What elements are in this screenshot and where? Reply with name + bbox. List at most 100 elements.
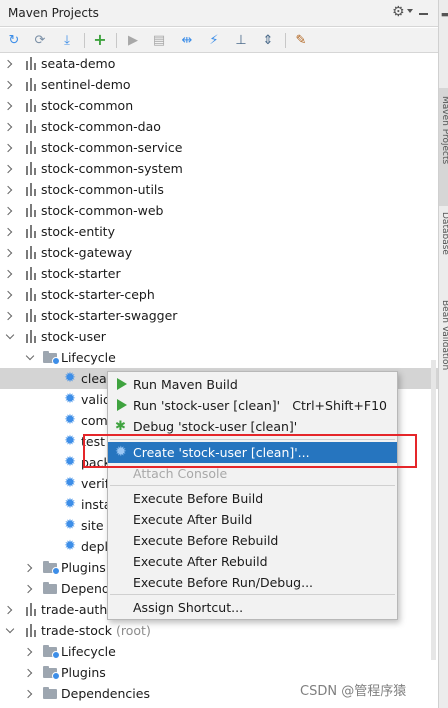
execute-goal-icon[interactable]: ▤ — [150, 31, 168, 49]
chevron-right-icon[interactable] — [24, 688, 35, 699]
menu-item-assign-shortcut[interactable]: Assign Shortcut... — [108, 597, 397, 618]
tree-item-label: stock-common-service — [41, 140, 183, 155]
chevron-right-icon[interactable] — [24, 583, 35, 594]
root-suffix: (root) — [116, 623, 151, 638]
settings-icon[interactable]: ✎ — [292, 31, 310, 49]
side-tab-database-label[interactable]: Database — [440, 212, 448, 255]
tree-item-stock-starter-swagger[interactable]: stock-starter-swagger — [0, 305, 438, 326]
chevron-down-icon[interactable] — [407, 9, 413, 13]
chevron-right-icon[interactable] — [24, 667, 35, 678]
run-icon — [115, 399, 128, 412]
menu-item-create-config[interactable]: ✹ Create 'stock-user [clean]'... — [108, 442, 397, 463]
chevron-right-icon[interactable] — [4, 247, 15, 258]
tree-item-stock-user[interactable]: stock-user — [0, 326, 438, 347]
tree-item-stock-entity[interactable]: stock-entity — [0, 221, 438, 242]
run-icon[interactable]: ▶ — [124, 31, 142, 49]
chevron-right-icon[interactable] — [4, 604, 15, 615]
tree-item-label: stock-user — [41, 329, 106, 344]
chevron-down-icon[interactable] — [24, 352, 35, 363]
tree-item-stock-common-utils[interactable]: stock-common-utils — [0, 179, 438, 200]
menu-item-execute-before-build[interactable]: Execute Before Build — [108, 488, 397, 509]
tree-item-sentinel-demo[interactable]: sentinel-demo — [0, 74, 438, 95]
collapse-all-icon[interactable]: ⇕ — [259, 31, 277, 49]
chevron-right-icon[interactable] — [24, 646, 35, 657]
tree-item-stock-gateway[interactable]: stock-gateway — [0, 242, 438, 263]
menu-item-execute-before-rebuild[interactable]: Execute Before Rebuild — [108, 530, 397, 551]
show-dependencies-icon[interactable]: ⊥ — [232, 31, 250, 49]
tree-item-stock-common-web[interactable]: stock-common-web — [0, 200, 438, 221]
tree-item-stock-starter[interactable]: stock-starter — [0, 263, 438, 284]
chevron-down-icon[interactable] — [4, 331, 15, 342]
toolbar-separator — [84, 33, 85, 48]
tree-item-name: trade-stock — [41, 623, 113, 638]
chevron-right-icon[interactable] — [4, 289, 15, 300]
tree-item-label: stock-starter-swagger — [41, 308, 178, 323]
tree-item-lifecycle[interactable]: Lifecycle — [0, 347, 438, 368]
chevron-right-icon[interactable] — [4, 100, 15, 111]
menu-item-execute-after-rebuild[interactable]: Execute After Rebuild — [108, 551, 397, 572]
chevron-right-icon[interactable] — [4, 226, 15, 237]
add-icon[interactable]: + — [91, 31, 109, 49]
tree-item-trade-stock[interactable]: trade-stock (root) — [0, 620, 438, 641]
download-icon[interactable]: ⤓ — [58, 31, 76, 49]
chevron-right-icon[interactable] — [4, 142, 15, 153]
maven-module-icon — [25, 120, 38, 133]
tree-item-label: Plugins — [61, 665, 106, 680]
tree-item-lifecycle[interactable]: Lifecycle — [0, 641, 438, 662]
chevron-right-icon[interactable] — [4, 268, 15, 279]
maven-toolbar: ↻ ⟳ ⤓ + ▶ ▤ ⇹ ⚡ ⊥ ⇕ ✎ — [0, 28, 438, 53]
maven-module-icon — [25, 78, 38, 91]
refresh-icon[interactable]: ↻ — [5, 31, 23, 49]
tree-item-stock-common-service[interactable]: stock-common-service — [0, 137, 438, 158]
menu-separator — [110, 439, 395, 440]
tree-item-stock-common-system[interactable]: stock-common-system — [0, 158, 438, 179]
menu-item-execute-before-run-debug[interactable]: Execute Before Run/Debug... — [108, 572, 397, 593]
vertical-scrollbar[interactable] — [431, 360, 436, 660]
menu-item-label: Execute After Rebuild — [133, 554, 268, 569]
dependencies-folder-icon — [43, 582, 58, 595]
debug-icon: ✱ — [115, 419, 126, 434]
maven-module-icon — [25, 309, 38, 322]
menu-item-run-config[interactable]: Run 'stock-user [clean]' Ctrl+Shift+F10 — [108, 395, 397, 416]
tree-item-stock-common[interactable]: stock-common — [0, 95, 438, 116]
gear-icon[interactable]: ⚙ — [392, 4, 405, 20]
chevron-right-icon[interactable] — [4, 184, 15, 195]
chevron-right-icon[interactable] — [4, 79, 15, 90]
side-tab-maven-projects-label[interactable]: Maven Projects — [440, 96, 448, 164]
tree-item-label: stock-common-system — [41, 161, 183, 176]
skip-tests-icon[interactable]: ⚡ — [205, 31, 223, 49]
chevron-right-icon[interactable] — [24, 562, 35, 573]
maven-module-icon — [25, 141, 38, 154]
chevron-right-icon[interactable] — [4, 205, 15, 216]
menu-item-execute-after-build[interactable]: Execute After Build — [108, 509, 397, 530]
chevron-down-icon[interactable] — [4, 625, 15, 636]
maven-module-icon — [25, 183, 38, 196]
tree-item-label: stock-entity — [41, 224, 115, 239]
tree-item-seata-demo[interactable]: seata-demo — [0, 53, 438, 74]
maven-module-icon — [25, 225, 38, 238]
reimport-icon[interactable]: ⟳ — [31, 31, 49, 49]
maven-module-icon — [25, 246, 38, 259]
chevron-right-icon[interactable] — [4, 163, 15, 174]
toggle-offline-icon[interactable]: ⇹ — [178, 31, 196, 49]
tree-item-label: trade-stock (root) — [41, 623, 151, 638]
tree-item-label: Lifecycle — [61, 644, 116, 659]
tree-item-label: stock-starter — [41, 266, 121, 281]
menu-item-label: Create 'stock-user [clean]'... — [133, 445, 310, 460]
chevron-right-icon[interactable] — [4, 310, 15, 321]
plugins-folder-icon — [43, 561, 60, 575]
side-tab-bean-validation-label[interactable]: Bean Validation — [440, 300, 448, 370]
menu-item-debug-config[interactable]: ✱ Debug 'stock-user [clean]' — [108, 416, 397, 437]
run-icon — [115, 378, 128, 391]
menu-item-label: Attach Console — [133, 466, 228, 481]
menu-item-run-maven-build[interactable]: Run Maven Build — [108, 374, 397, 395]
tree-item-label: Lifecycle — [61, 350, 116, 365]
gear-goal-icon: ✹ — [64, 454, 76, 470]
chevron-right-icon[interactable] — [4, 58, 15, 69]
tree-item-stock-common-dao[interactable]: stock-common-dao — [0, 116, 438, 137]
tree-item-stock-starter-ceph[interactable]: stock-starter-ceph — [0, 284, 438, 305]
maven-module-icon — [25, 99, 38, 112]
chevron-right-icon[interactable] — [4, 121, 15, 132]
maven-module-icon — [25, 267, 38, 280]
minimize-icon[interactable] — [419, 13, 428, 15]
